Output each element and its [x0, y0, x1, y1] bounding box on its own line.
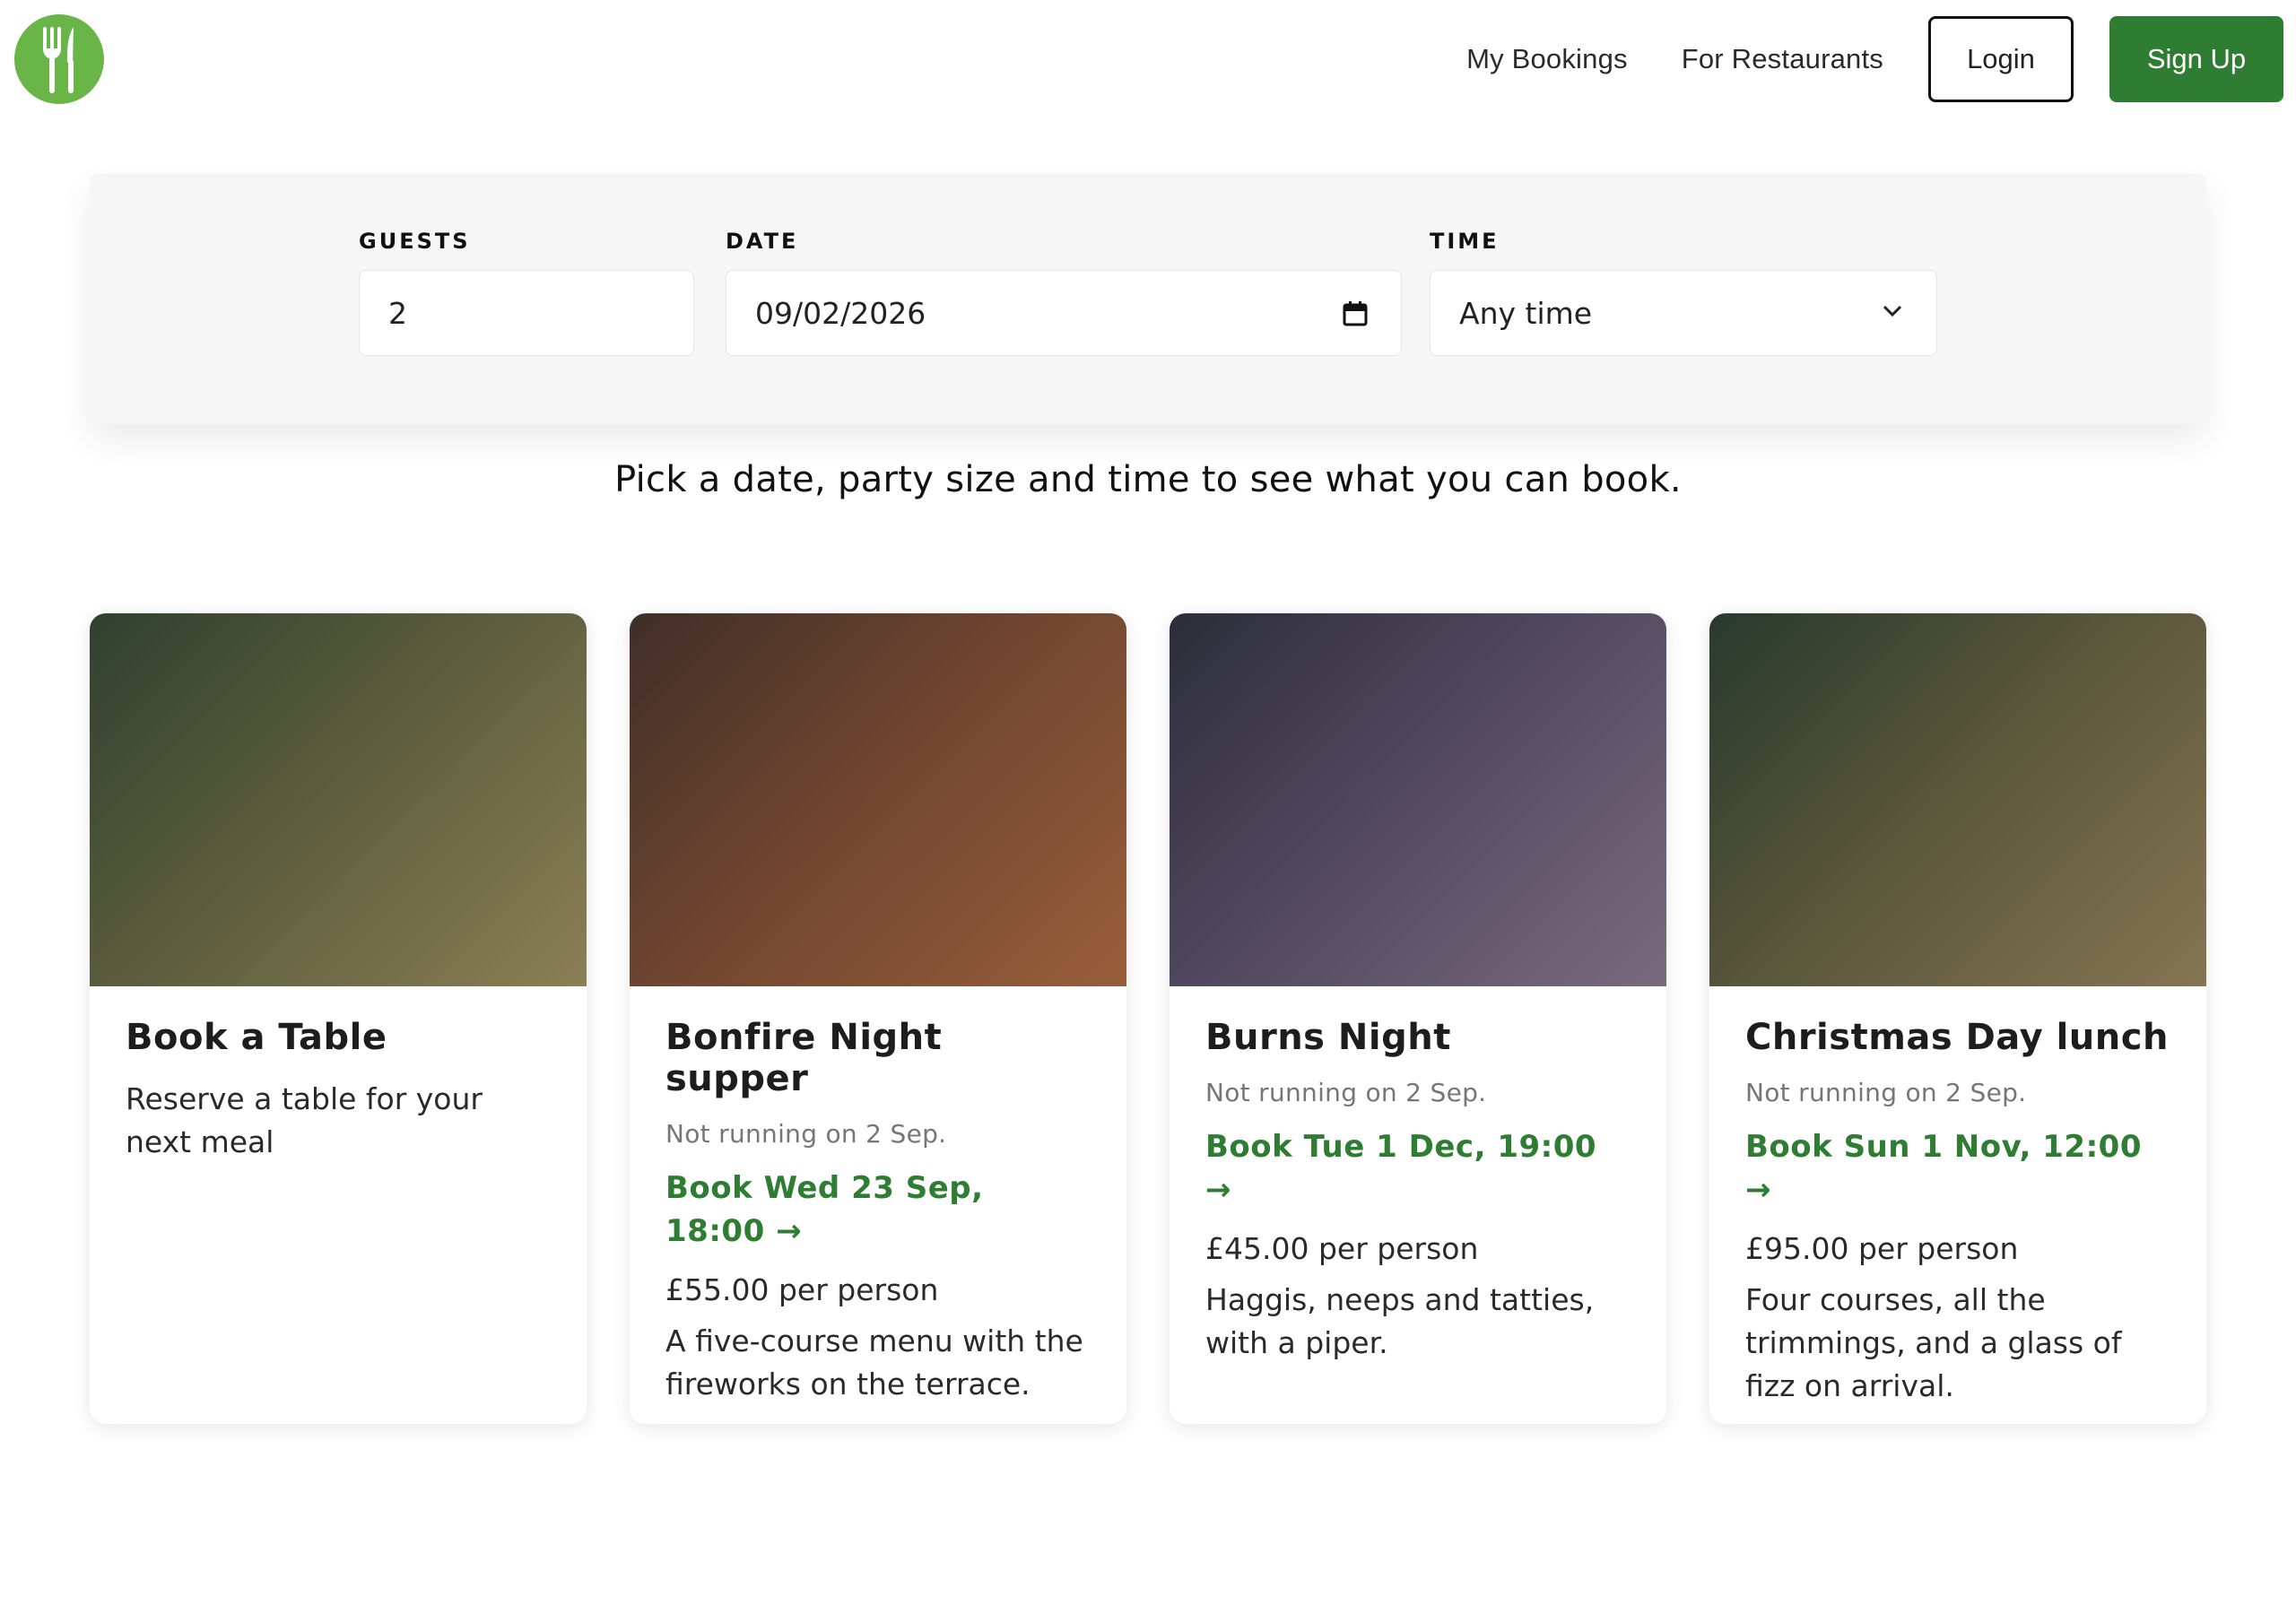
- sign-up-button[interactable]: Sign Up: [2109, 16, 2283, 102]
- card-title: Bonfire Night supper: [665, 1017, 943, 1099]
- date-field: DATE 09/02/2026: [726, 229, 1402, 356]
- card-availability-note: Not running on 2 Sep.: [1205, 1078, 1487, 1107]
- fork-knife-icon: [43, 27, 74, 93]
- card-book-link[interactable]: Book Tue 1 Dec, 19:00 →: [1205, 1125, 1631, 1211]
- guests-label: GUESTS: [359, 229, 471, 254]
- card-image: [1170, 613, 1666, 986]
- guests-field: GUESTS 2: [359, 229, 694, 356]
- card-price: £45.00 per person: [1205, 1231, 1479, 1266]
- top-nav: My Bookings For Restaurants Login Sign U…: [1466, 16, 2283, 102]
- time-value: Any time: [1459, 295, 1593, 331]
- card-description: Reserve a table for your next meal: [126, 1081, 483, 1159]
- card-price: £95.00 per person: [1745, 1231, 2019, 1266]
- offer-card-bonfire-night[interactable]: Bonfire Night supper Not running on 2 Se…: [630, 613, 1126, 1424]
- card-description: A five-course menu with the fireworks on…: [665, 1323, 1083, 1401]
- card-book-link[interactable]: Book Wed 23 Sep, 18:00 →: [665, 1167, 1091, 1253]
- card-book-link[interactable]: Book Sun 1 Nov, 12:00 →: [1745, 1125, 2170, 1211]
- logo[interactable]: [14, 14, 104, 104]
- login-button[interactable]: Login: [1928, 16, 2074, 102]
- card-title: Burns Night: [1205, 1017, 1451, 1058]
- search-hint: Pick a date, party size and time to see …: [614, 459, 1682, 500]
- nav-my-bookings[interactable]: My Bookings: [1466, 43, 1628, 75]
- card-availability-note: Not running on 2 Sep.: [1745, 1078, 2027, 1107]
- guests-value: 2: [388, 295, 407, 331]
- guests-input[interactable]: 2: [359, 270, 694, 356]
- time-select[interactable]: Any time: [1430, 270, 1937, 356]
- chevron-down-icon: [1883, 305, 1902, 317]
- card-title: Book a Table: [126, 1017, 387, 1058]
- card-availability-note: Not running on 2 Sep.: [665, 1119, 947, 1149]
- date-input[interactable]: 09/02/2026: [726, 270, 1402, 356]
- card-description: Four courses, all the trimmings, and a g…: [1745, 1282, 2122, 1403]
- card-image: [90, 613, 587, 986]
- card-image: [1709, 613, 2206, 986]
- card-title: Christmas Day lunch: [1745, 1017, 2169, 1058]
- offer-card-christmas-lunch[interactable]: Christmas Day lunch Not running on 2 Sep…: [1709, 613, 2206, 1424]
- date-value: 09/02/2026: [755, 295, 926, 331]
- date-label: DATE: [726, 229, 799, 254]
- offer-cards: Book a Table Reserve a table for your ne…: [90, 613, 2206, 1424]
- nav-for-restaurants[interactable]: For Restaurants: [1682, 43, 1883, 75]
- offer-card-burns-night[interactable]: Burns Night Not running on 2 Sep. Book T…: [1170, 613, 1666, 1424]
- time-field: TIME Any time: [1430, 229, 1937, 356]
- card-description: Haggis, neeps and tatties, with a piper.: [1205, 1282, 1595, 1360]
- time-label: TIME: [1430, 229, 1500, 254]
- offer-card-book-table[interactable]: Book a Table Reserve a table for your ne…: [90, 613, 587, 1424]
- card-price: £55.00 per person: [665, 1272, 939, 1307]
- booking-search-panel: GUESTS 2 DATE 09/02/2026 TIME Any time: [90, 173, 2206, 424]
- calendar-icon[interactable]: [1342, 299, 1369, 328]
- card-image: [630, 613, 1126, 986]
